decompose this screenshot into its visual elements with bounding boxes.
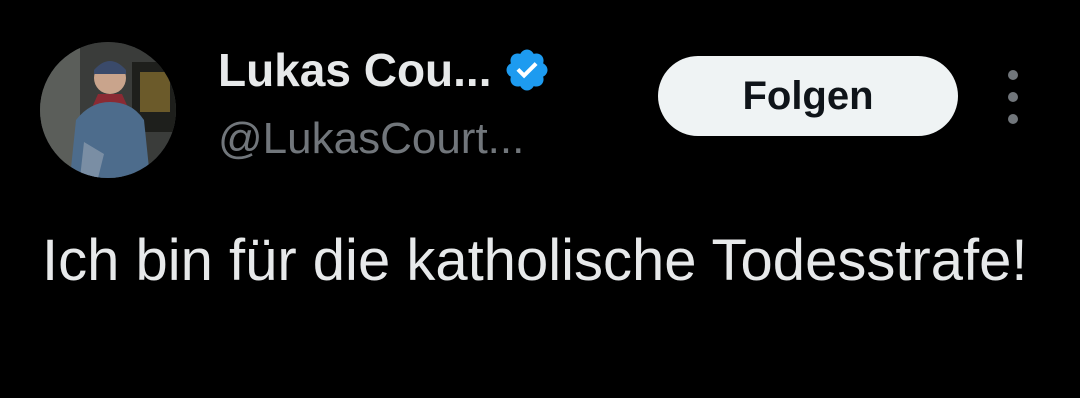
follow-button[interactable]: Folgen	[658, 56, 958, 136]
verified-badge-icon	[503, 46, 551, 94]
tweet-text: Ich bin für die katholische Todesstrafe!	[42, 228, 1028, 293]
display-name[interactable]: Lukas Cou...	[218, 43, 491, 97]
avatar-photo	[40, 42, 176, 178]
user-handle[interactable]: @LukasCourt...	[218, 114, 524, 164]
more-dot	[1008, 114, 1018, 124]
avatar[interactable]	[40, 42, 176, 178]
name-row: Lukas Cou...	[218, 42, 551, 98]
follow-button-label: Folgen	[742, 73, 874, 118]
more-vertical-icon[interactable]	[996, 70, 1030, 124]
more-dot	[1008, 70, 1018, 80]
more-dot	[1008, 92, 1018, 102]
